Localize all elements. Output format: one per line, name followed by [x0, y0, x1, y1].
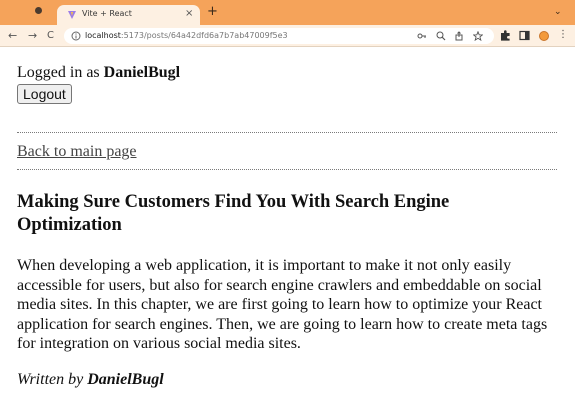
side-panel-icon[interactable] [519, 30, 530, 41]
browser-tabstrip: Vite + React × + ⌄ [0, 0, 575, 25]
share-icon[interactable] [454, 31, 464, 41]
profile-avatar[interactable] [539, 31, 549, 41]
site-info-icon[interactable] [71, 31, 81, 41]
forward-arrow-icon[interactable]: → [28, 29, 37, 42]
back-to-main-link[interactable]: Back to main page [17, 143, 137, 161]
address-bar[interactable]: localhost:5173/posts/64a42dfd6a7b7ab4700… [64, 28, 494, 44]
url-host: localhost [85, 31, 121, 40]
browser-toolbar: ← → C localhost:5173/posts/64a42dfd6a7b7… [0, 25, 575, 47]
byline-prefix: Written by [17, 371, 88, 388]
bookmark-star-icon[interactable] [473, 31, 483, 41]
divider-bottom [17, 169, 557, 170]
zoom-icon[interactable] [436, 31, 446, 41]
browser-menu-icon[interactable]: ⋮ [558, 28, 568, 42]
login-status: Logged in as DanielBugl [17, 64, 180, 82]
divider-top [17, 132, 557, 133]
reload-icon[interactable]: C [47, 29, 54, 42]
post-byline: Written by DanielBugl [17, 371, 164, 389]
post-body: When developing a web application, it is… [17, 257, 548, 352]
post-title: Making Sure Customers Find You With Sear… [17, 192, 450, 235]
window-dot-icon [35, 7, 42, 14]
url-path: :5173/posts/64a42dfd6a7b7ab47009f5e3 [120, 31, 288, 40]
post-author: DanielBugl [87, 371, 164, 388]
back-arrow-icon[interactable]: ← [8, 29, 17, 42]
key-icon[interactable] [417, 31, 427, 41]
vite-favicon-icon [68, 11, 76, 19]
url-text: localhost:5173/posts/64a42dfd6a7b7ab4700… [85, 31, 288, 40]
login-prefix: Logged in as [17, 64, 104, 81]
logout-button[interactable]: Logout [17, 84, 72, 104]
tab-search-icon[interactable]: ⌄ [554, 7, 562, 17]
new-tab-button[interactable]: + [207, 5, 218, 18]
tab-title: Vite + React [82, 9, 132, 18]
extensions-puzzle-icon[interactable] [500, 30, 511, 41]
logged-in-username: DanielBugl [103, 64, 181, 81]
browser-tab[interactable]: Vite + React × [57, 5, 200, 25]
tab-close-icon[interactable]: × [185, 8, 193, 20]
